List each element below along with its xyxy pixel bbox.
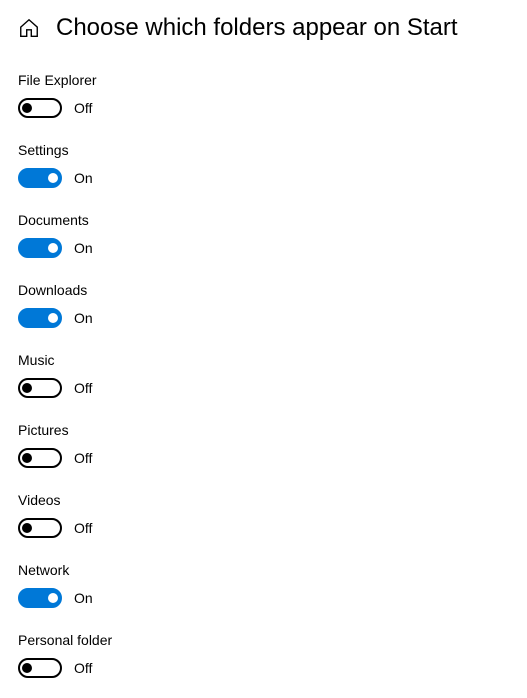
header: Choose which folders appear on Start	[0, 0, 527, 52]
toggle-state-file-explorer: Off	[74, 100, 92, 116]
toggle-thumb	[48, 243, 58, 253]
toggle-state-videos: Off	[74, 520, 92, 536]
toggle-state-music: Off	[74, 380, 92, 396]
toggle-switch-network[interactable]	[18, 588, 62, 608]
toggle-switch-settings[interactable]	[18, 168, 62, 188]
toggle-group-videos: Videos Off	[18, 492, 509, 538]
toggle-switch-file-explorer[interactable]	[18, 98, 62, 118]
toggle-state-network: On	[74, 590, 93, 606]
toggle-row-settings: On	[18, 168, 509, 188]
toggle-state-pictures: Off	[74, 450, 92, 466]
toggle-row-videos: Off	[18, 518, 509, 538]
toggle-label-pictures: Pictures	[18, 422, 509, 438]
toggle-group-downloads: Downloads On	[18, 282, 509, 328]
toggle-switch-documents[interactable]	[18, 238, 62, 258]
toggle-thumb	[48, 593, 58, 603]
toggle-label-settings: Settings	[18, 142, 509, 158]
toggle-label-music: Music	[18, 352, 509, 368]
toggle-switch-music[interactable]	[18, 378, 62, 398]
toggle-switch-personal-folder[interactable]	[18, 658, 62, 678]
toggle-thumb	[22, 103, 32, 113]
toggle-group-pictures: Pictures Off	[18, 422, 509, 468]
toggle-thumb	[48, 313, 58, 323]
toggle-group-personal-folder: Personal folder Off	[18, 632, 509, 678]
toggle-label-documents: Documents	[18, 212, 509, 228]
toggle-row-file-explorer: Off	[18, 98, 509, 118]
toggle-label-personal-folder: Personal folder	[18, 632, 509, 648]
toggle-group-documents: Documents On	[18, 212, 509, 258]
toggle-switch-pictures[interactable]	[18, 448, 62, 468]
page-title: Choose which folders appear on Start	[56, 14, 458, 42]
toggle-group-network: Network On	[18, 562, 509, 608]
toggle-label-videos: Videos	[18, 492, 509, 508]
toggle-row-downloads: On	[18, 308, 509, 328]
toggle-state-personal-folder: Off	[74, 660, 92, 676]
home-icon[interactable]	[18, 17, 40, 39]
toggle-state-documents: On	[74, 240, 93, 256]
toggle-switch-downloads[interactable]	[18, 308, 62, 328]
toggle-group-music: Music Off	[18, 352, 509, 398]
toggle-state-downloads: On	[74, 310, 93, 326]
toggle-thumb	[22, 453, 32, 463]
toggle-group-settings: Settings On	[18, 142, 509, 188]
toggle-row-pictures: Off	[18, 448, 509, 468]
toggle-row-network: On	[18, 588, 509, 608]
toggle-state-settings: On	[74, 170, 93, 186]
toggle-thumb	[22, 523, 32, 533]
toggle-switch-videos[interactable]	[18, 518, 62, 538]
toggle-row-personal-folder: Off	[18, 658, 509, 678]
toggle-label-downloads: Downloads	[18, 282, 509, 298]
toggle-thumb	[48, 173, 58, 183]
toggle-thumb	[22, 383, 32, 393]
toggle-group-file-explorer: File Explorer Off	[18, 72, 509, 118]
toggle-thumb	[22, 663, 32, 673]
toggle-row-documents: On	[18, 238, 509, 258]
toggle-label-network: Network	[18, 562, 509, 578]
toggle-list: File ExplorerOffSettingsOnDocumentsOnDow…	[0, 52, 527, 678]
toggle-row-music: Off	[18, 378, 509, 398]
toggle-label-file-explorer: File Explorer	[18, 72, 509, 88]
